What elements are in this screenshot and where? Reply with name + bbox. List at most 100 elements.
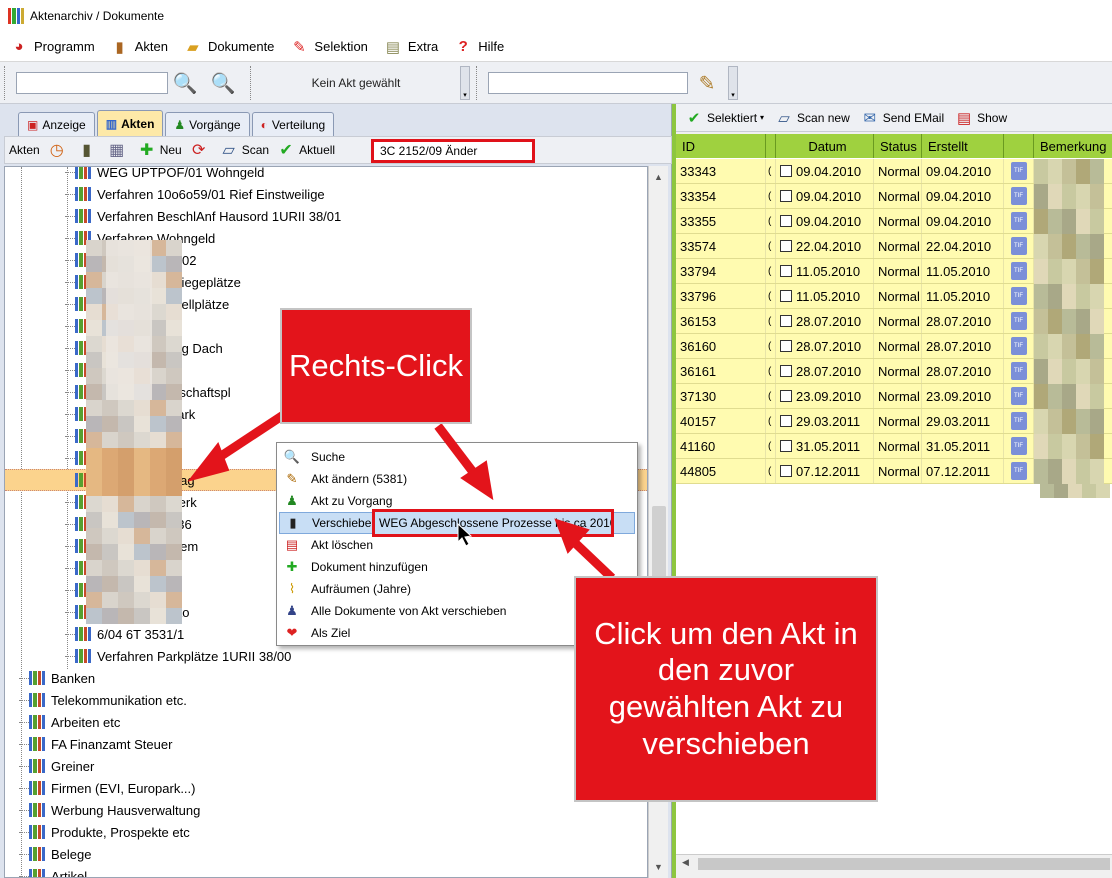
hscroll-thumb[interactable] [698, 858, 1110, 870]
submenu-target-item[interactable]: WEG Abgeschlossene Prozesse bis ca 2010 [372, 509, 614, 537]
row-checkbox[interactable] [780, 440, 792, 452]
cell-type[interactable]: TIF [1004, 234, 1034, 258]
table-row[interactable]: 36160(28.07.2010 Normal 28.07.2010 TIF [676, 333, 1112, 359]
tab-anzeige[interactable]: ▣ Anzeige [18, 112, 95, 136]
menu-extra[interactable]: ▤ Extra [382, 36, 438, 58]
table-row[interactable]: 33355(09.04.2010 Normal 09.04.2010 TIF [676, 208, 1112, 234]
tab-akten[interactable]: ▥ Akten [96, 110, 164, 136]
cell-datum[interactable]: 07.12.2011 [776, 459, 874, 483]
toolbar-grip[interactable] [476, 66, 479, 100]
tree-folder[interactable]: Arbeiten etc [29, 711, 120, 733]
table-row[interactable]: 41160(31.05.2011 Normal 31.05.2011 TIF [676, 433, 1112, 459]
cell-datum[interactable]: 31.05.2011 [776, 434, 874, 458]
send-email-button[interactable]: ✉ Send EMail [860, 108, 944, 128]
cell-type[interactable]: TIF [1004, 334, 1034, 358]
menu-selektion[interactable]: ✎ Selektion [288, 36, 368, 58]
search-folder-button[interactable]: 🔍 [170, 68, 200, 98]
tree-item[interactable]: 6/04 6T 3531/1 [75, 623, 184, 645]
context-menu-item[interactable]: 🔍 Suche [279, 446, 635, 468]
table-row[interactable]: 40157(29.03.2011 Normal 29.03.2011 TIF [676, 408, 1112, 434]
table-row[interactable]: 37130(23.09.2010 Normal 23.09.2010 TIF [676, 383, 1112, 409]
col-id[interactable]: ID [676, 134, 766, 158]
tree-item[interactable]: WEG UPTPOF/01 Wohngeld [75, 167, 264, 183]
cell-datum[interactable]: 23.09.2010 [776, 384, 874, 408]
cell-datum[interactable]: 29.03.2011 [776, 409, 874, 433]
show-button[interactable]: ▤ Show [954, 108, 1007, 128]
row-checkbox[interactable] [780, 265, 792, 277]
table-row[interactable]: 36161(28.07.2010 Normal 28.07.2010 TIF [676, 358, 1112, 384]
tree-item[interactable]: Verfahren Parkplätze 1URII 38/00 [75, 645, 291, 667]
table-row[interactable]: 44805(07.12.2011 Normal 07.12.2011 TIF [676, 458, 1112, 484]
aktuell-value[interactable]: 3C 2152/09 Änder [371, 139, 535, 163]
row-checkbox[interactable] [780, 190, 792, 202]
scroll-down-icon[interactable]: ▼ [654, 862, 663, 872]
search-button[interactable]: 🔍 [208, 68, 238, 98]
row-checkbox[interactable] [780, 290, 792, 302]
menu-dokumente[interactable]: ▰ Dokumente [182, 36, 274, 58]
tree-folder[interactable]: Banken [29, 667, 95, 689]
tree-folder[interactable]: Produkte, Prospekte etc [29, 821, 190, 843]
cell-datum[interactable]: 28.07.2010 [776, 359, 874, 383]
row-checkbox[interactable] [780, 390, 792, 402]
col-status[interactable]: Status [874, 134, 922, 158]
cell-datum[interactable]: 09.04.2010 [776, 209, 874, 233]
cell-type[interactable]: TIF [1004, 309, 1034, 333]
refresh-button[interactable]: ⟳ [188, 139, 212, 161]
toolbar-overflow-button[interactable]: ▾ [460, 66, 470, 100]
table-row[interactable]: 33794(11.05.2010 Normal 11.05.2010 TIF [676, 258, 1112, 284]
cell-datum[interactable]: 28.07.2010 [776, 309, 874, 333]
tree-folder[interactable]: Werbung Hausverwaltung [29, 799, 200, 821]
row-checkbox[interactable] [780, 240, 792, 252]
row-checkbox[interactable] [780, 465, 792, 477]
scroll-left-icon[interactable]: ◀ [682, 857, 689, 868]
tree-item[interactable]: Verfahren BeschlAnf Hausord 1URII 38/01 [75, 205, 341, 227]
cell-type[interactable]: TIF [1004, 259, 1034, 283]
context-menu-item[interactable]: ▤ Akt löschen [279, 534, 635, 556]
cell-datum[interactable]: 11.05.2010 [776, 284, 874, 308]
table-row[interactable]: 33796(11.05.2010 Normal 11.05.2010 TIF [676, 283, 1112, 309]
search-input-right[interactable] [488, 72, 688, 94]
scan-button[interactable]: ▱ Scan [218, 139, 270, 161]
col-bemerkung[interactable]: Bemerkung [1034, 134, 1112, 158]
col-flag[interactable] [766, 134, 776, 158]
cell-type[interactable]: TIF [1004, 184, 1034, 208]
tree-view-button[interactable]: ▦ [106, 139, 130, 161]
cell-type[interactable]: TIF [1004, 384, 1034, 408]
row-checkbox[interactable] [780, 315, 792, 327]
tab-verteilung[interactable]: ◐ Verteilung [251, 112, 335, 136]
tree-folder[interactable]: Greiner [29, 755, 94, 777]
context-menu-item[interactable]: ✚ Dokument hinzufügen [279, 556, 635, 578]
row-checkbox[interactable] [780, 340, 792, 352]
cell-type[interactable]: TIF [1004, 359, 1034, 383]
tree-item[interactable]: Verfahren 10o6o59/01 Rief Einstweilige [75, 183, 325, 205]
row-checkbox[interactable] [780, 215, 792, 227]
search-edit-button[interactable]: ✎ [692, 68, 722, 98]
scroll-up-icon[interactable]: ▲ [654, 172, 663, 182]
menu-hilfe[interactable]: ? Hilfe [452, 36, 505, 58]
row-checkbox[interactable] [780, 165, 792, 177]
toolbar-grip[interactable] [250, 66, 253, 100]
aktuell-button[interactable]: ✔ Aktuell [275, 139, 335, 161]
history-button[interactable]: ◷ [46, 139, 70, 161]
table-row[interactable]: 33343(09.04.2010 Normal 09.04.2010 TIF [676, 158, 1112, 184]
cell-type[interactable]: TIF [1004, 284, 1034, 308]
tab-vorgaenge[interactable]: ♟ Vorgänge [165, 112, 250, 136]
akten-label-button[interactable]: Akten [9, 143, 40, 157]
cell-type[interactable]: TIF [1004, 409, 1034, 433]
table-row[interactable]: 33574(22.04.2010 Normal 22.04.2010 TIF [676, 233, 1112, 259]
cell-type[interactable]: TIF [1004, 434, 1034, 458]
cell-type[interactable]: TIF [1004, 159, 1034, 183]
cell-datum[interactable]: 09.04.2010 [776, 159, 874, 183]
col-datum[interactable]: Datum [776, 134, 874, 158]
new-button[interactable]: ✚ Neu [136, 139, 182, 161]
tree-folder[interactable]: Firmen (EVI, Europark...) [29, 777, 195, 799]
table-row[interactable]: 36153(28.07.2010 Normal 28.07.2010 TIF [676, 308, 1112, 334]
toolbar-grip[interactable] [4, 66, 7, 100]
tree-folder[interactable]: FA Finanzamt Steuer [29, 733, 172, 755]
col-type[interactable] [1004, 134, 1034, 158]
row-checkbox[interactable] [780, 415, 792, 427]
menu-programm[interactable]: ◕ Programm [8, 36, 94, 58]
cell-datum[interactable]: 22.04.2010 [776, 234, 874, 258]
col-erstellt[interactable]: Erstellt [922, 134, 1004, 158]
cell-datum[interactable]: 28.07.2010 [776, 334, 874, 358]
